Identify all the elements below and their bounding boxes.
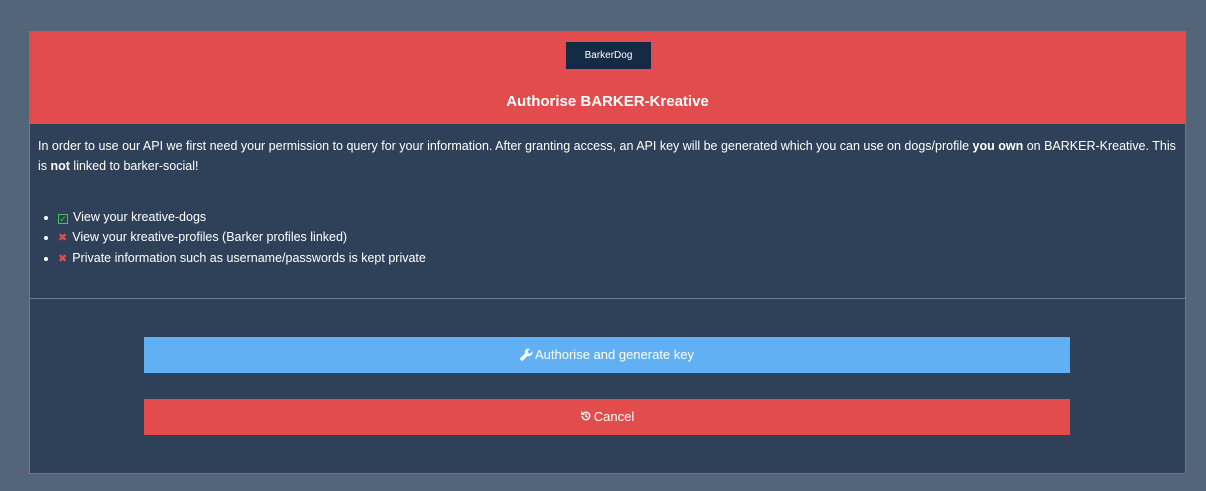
authorise-button[interactable]: Authorise and generate key [144,337,1070,373]
intro-text: In order to use our API we first need yo… [38,136,1183,176]
checkbox-checked-icon: ✓ [58,214,68,224]
permission-label: View your kreative-dogs [73,210,207,224]
cancel-button[interactable]: Cancel [144,399,1070,435]
authorise-panel: BarkerDog Authorise BARKER-Kreative In o… [29,31,1186,474]
cross-icon: ✖ [58,232,68,244]
permission-label: View your kreative-profiles (Barker prof… [72,230,348,244]
section-divider [30,298,1185,299]
permission-item: ✓ View your kreative-dogs [58,207,1198,227]
page-title: Authorise BARKER-Kreative [506,93,709,110]
permission-item: ✖ View your kreative-profiles (Barker pro… [58,227,1198,248]
panel-header: BarkerDog Authorise BARKER-Kreative [30,32,1185,124]
intro-part-1: In order to use our API we first need yo… [38,139,973,153]
authorise-button-label: Authorise and generate key [535,347,694,362]
permission-list: ✓ View your kreative-dogs ✖ View your krea… [38,207,1198,269]
intro-bold-not: not [50,159,70,173]
cross-icon: ✖ [58,253,68,265]
intro-part-3: linked to barker-social! [69,159,199,173]
wrench-icon [520,337,533,373]
history-icon [580,399,592,435]
cancel-button-label: Cancel [593,409,635,424]
permission-item: ✖ Private information such as username/pa… [58,248,1198,269]
permission-label: Private information such as username/pas… [72,251,426,265]
brand-badge[interactable]: BarkerDog [566,42,651,69]
intro-bold-you-own: you own [972,139,1024,153]
